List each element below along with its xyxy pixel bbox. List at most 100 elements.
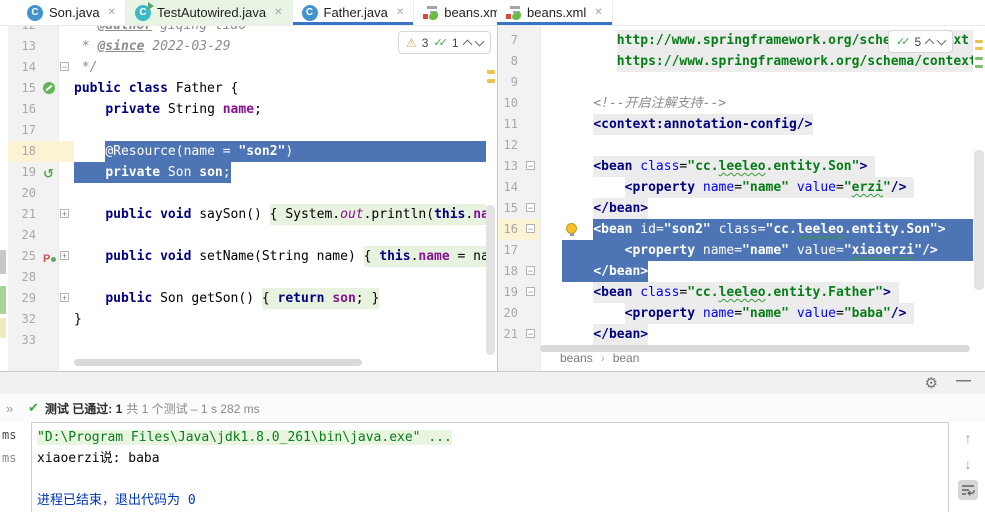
editor-beans-xml[interactable]: 7 http://www.springframework.org/schema/… (497, 26, 973, 371)
code-line[interactable]: 12 (498, 135, 973, 156)
code-line[interactable]: 14− */ (8, 57, 486, 78)
code-text-area[interactable]: https://www.springframework.org/schema/c… (540, 51, 973, 72)
code-line[interactable]: 15− </bean> (498, 198, 973, 219)
code-line[interactable]: 32} (8, 309, 486, 330)
close-icon[interactable]: ✕ (274, 7, 282, 18)
code-text-area[interactable]: <property name="name" value="xiaoerzi"/> (540, 240, 973, 261)
close-icon[interactable]: ✕ (594, 7, 602, 18)
warning-stripe-mark[interactable] (487, 79, 495, 83)
code-text-area[interactable]: public class Father { (74, 78, 486, 99)
scroll-up-icon[interactable]: ↑ (958, 428, 978, 448)
code-text-area[interactable]: @Resource(name = "son2") (74, 141, 486, 162)
gear-icon[interactable]: ⚙ (925, 374, 938, 392)
property-icon[interactable] (43, 250, 55, 262)
fold-marker[interactable]: − (526, 266, 535, 275)
code-text-area[interactable]: </bean> (540, 324, 973, 345)
chevron-down-icon[interactable] (474, 36, 484, 46)
run-console[interactable]: "D:\Program Files\Java\jdk1.8.0_261\bin\… (31, 422, 949, 512)
code-text-area[interactable]: <property name="name" value="baba"/> (540, 303, 973, 324)
code-text-area[interactable]: public Son getSon() { return son; } (74, 288, 486, 309)
spring-bean-icon[interactable] (43, 82, 55, 94)
scroll-down-icon[interactable]: ↓ (958, 454, 978, 474)
horizontal-scrollbar-left[interactable] (74, 359, 362, 366)
code-line[interactable]: 19− <bean class="cc.leeleo.entity.Father… (498, 282, 973, 303)
code-line[interactable]: 8 https://www.springframework.org/schema… (498, 51, 973, 72)
code-text-area[interactable]: */ (74, 57, 486, 78)
intention-bulb-icon[interactable] (566, 223, 577, 234)
code-line[interactable]: 28 (8, 267, 486, 288)
code-line[interactable]: 29+ public Son getSon() { return son; } (8, 288, 486, 309)
fold-marker[interactable]: − (526, 203, 535, 212)
code-line[interactable]: 13− <bean class="cc.leeleo.entity.Son"> (498, 156, 973, 177)
code-line[interactable]: 17 <property name="name" value="xiaoerzi… (498, 240, 973, 261)
vertical-scrollbar-left[interactable] (486, 205, 495, 355)
code-text-area[interactable]: public void saySon() { System.out.printl… (74, 204, 486, 225)
typo-stripe-mark[interactable] (975, 65, 983, 68)
code-text-area[interactable] (74, 267, 486, 288)
fold-marker[interactable]: − (526, 224, 535, 233)
tab-beans-xml[interactable]: beans.xml✕ (497, 0, 613, 25)
code-text-area[interactable]: private String name; (74, 99, 486, 120)
tab-testautowired-java[interactable]: CTestAutowired.java✕ (126, 0, 293, 25)
chevron-up-icon[interactable] (925, 38, 935, 48)
editor-father-java[interactable]: 12 * @author giqing tiao13 * @since 2022… (8, 26, 486, 371)
code-line[interactable]: 25+ public void setName(String name) { t… (8, 246, 486, 267)
code-text-area[interactable]: <property name="name" value="erzi"/> (540, 177, 973, 198)
breadcrumb-item-bean[interactable]: bean (613, 351, 640, 365)
close-icon[interactable]: ✕ (108, 7, 116, 18)
code-text-area[interactable]: </bean> (540, 198, 973, 219)
code-text-area[interactable]: <bean id="son2" class="cc.leeleo.entity.… (540, 219, 973, 240)
code-line[interactable]: 33 (8, 330, 486, 351)
chevron-up-icon[interactable] (462, 39, 472, 49)
fold-marker[interactable]: − (526, 287, 535, 296)
code-line[interactable]: 17 (8, 120, 486, 141)
code-line[interactable]: 21− </bean> (498, 324, 973, 345)
code-line[interactable]: 24 (8, 225, 486, 246)
code-line[interactable]: 18 @Resource(name = "son2") (8, 141, 486, 162)
soft-wrap-icon[interactable] (958, 480, 978, 500)
autowired-icon[interactable] (43, 166, 55, 178)
close-icon[interactable]: ✕ (396, 7, 404, 18)
code-line[interactable]: 9 (498, 72, 973, 93)
code-text-area[interactable] (540, 72, 973, 93)
chevron-down-icon[interactable] (937, 35, 947, 45)
fold-marker[interactable]: − (60, 62, 69, 71)
code-line[interactable]: 18− </bean> (498, 261, 973, 282)
tab-son-java[interactable]: CSon.java✕ (18, 0, 126, 25)
code-line[interactable]: 16 private String name; (8, 99, 486, 120)
code-text-area[interactable]: <context:annotation-config/> (540, 114, 973, 135)
warning-stripe-mark[interactable] (487, 70, 495, 74)
tab-father-java[interactable]: CFather.java✕ (293, 0, 415, 25)
code-text-area[interactable] (74, 330, 486, 351)
code-line[interactable]: 16− <bean id="son2" class="cc.leeleo.ent… (498, 219, 973, 240)
fold-marker[interactable]: + (60, 251, 69, 260)
code-line[interactable]: 20 <property name="name" value="baba"/> (498, 303, 973, 324)
minimize-icon[interactable]: — (956, 372, 971, 389)
code-text-area[interactable]: <!--开启注解支持--> (540, 93, 973, 114)
typo-stripe-mark[interactable] (975, 57, 983, 60)
warning-stripe-mark[interactable] (975, 40, 983, 43)
code-text-area[interactable]: <bean class="cc.leeleo.entity.Father"> (540, 282, 973, 303)
fold-marker[interactable]: + (60, 293, 69, 302)
fold-marker[interactable]: − (526, 161, 535, 170)
code-text-area[interactable]: private Son son; (74, 162, 486, 183)
code-text-area[interactable] (74, 225, 486, 246)
code-line[interactable]: 14 <property name="name" value="erzi"/> (498, 177, 973, 198)
code-line[interactable]: 21+ public void saySon() { System.out.pr… (8, 204, 486, 225)
inspections-widget-right[interactable]: ✓✓ 5 (888, 30, 953, 53)
code-text-area[interactable]: </bean> (540, 261, 973, 282)
breadcrumb-item-beans[interactable]: beans (560, 351, 593, 365)
code-line[interactable]: 20 (8, 183, 486, 204)
vertical-scrollbar-right[interactable] (974, 150, 984, 290)
code-line[interactable]: 10 <!--开启注解支持--> (498, 93, 973, 114)
code-text-area[interactable] (74, 120, 486, 141)
code-text-area[interactable] (540, 135, 973, 156)
chevrons-right-icon[interactable]: » (6, 401, 28, 416)
code-text-area[interactable]: public void setName(String name) { this.… (74, 246, 486, 267)
code-line[interactable]: 19 private Son son; (8, 162, 486, 183)
code-text-area[interactable] (74, 183, 486, 204)
inspections-widget-left[interactable]: ⚠ 3 ✓✓ 1 (398, 31, 491, 54)
code-text-area[interactable]: <bean class="cc.leeleo.entity.Son"> (540, 156, 973, 177)
warning-stripe-mark[interactable] (975, 47, 983, 50)
fold-marker[interactable]: + (60, 209, 69, 218)
